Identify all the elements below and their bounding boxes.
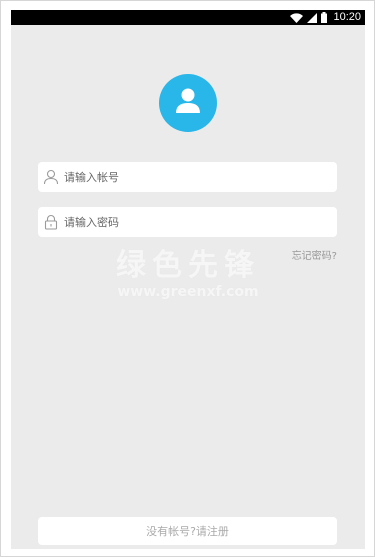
- password-field[interactable]: [38, 207, 337, 237]
- watermark-url: www.greenxf.com: [117, 284, 259, 300]
- app-screen: 10:20 请输入帐号 忘记密码? 绿色先锋 www.greenxf.com 没…: [11, 10, 365, 549]
- wifi-icon: [290, 12, 304, 23]
- user-icon: [173, 86, 203, 120]
- battery-icon: [321, 12, 328, 23]
- password-input[interactable]: [64, 209, 324, 235]
- account-input[interactable]: [64, 164, 324, 190]
- lock-icon: [42, 213, 60, 231]
- status-bar: 10:20: [11, 10, 365, 25]
- forgot-password-link[interactable]: 忘记密码?: [292, 247, 337, 262]
- account-field[interactable]: [38, 162, 337, 192]
- user-outline-icon: [42, 168, 60, 186]
- phone-frame: 10:20 请输入帐号 忘记密码? 绿色先锋 www.greenxf.com 没…: [0, 0, 375, 557]
- status-time: 10:20: [333, 11, 361, 23]
- avatar: [159, 74, 217, 132]
- register-button[interactable]: 没有帐号?请注册: [38, 517, 337, 545]
- signal-icon: [307, 12, 318, 23]
